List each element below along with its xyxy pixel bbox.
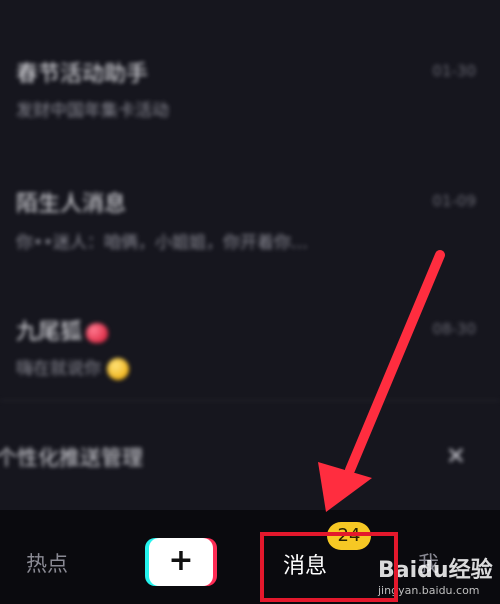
banner-text: 个性化推送管理: [0, 446, 143, 470]
push-management-banner[interactable]: 个性化推送管理 ✕: [0, 430, 500, 486]
messages-badge: 24: [327, 522, 371, 550]
plus-icon: +: [149, 538, 213, 586]
watermark-text: Baidu经验: [378, 558, 493, 583]
message-title-text: 九尾狐: [16, 320, 83, 345]
create-button[interactable]: +: [145, 538, 217, 586]
baidu-watermark: Baidu经验 jingyan.baidu.com: [378, 552, 498, 597]
tab-hot[interactable]: 热点: [26, 548, 68, 578]
message-preview-text: 嗨在就说你: [16, 359, 101, 379]
message-time: 08-30: [432, 320, 476, 338]
divider: [0, 400, 500, 401]
message-preview: 发财中国年集卡活动: [16, 101, 169, 121]
smiley-icon: [107, 358, 129, 380]
message-title: 陌生人消息: [16, 192, 127, 217]
message-title: 春节活动助手: [16, 62, 149, 87]
message-preview: 嗨在就说你: [16, 354, 129, 380]
message-list: 春节活动助手 发财中国年集卡活动 01-30 陌生人消息 你••迷人：咱俩，小姐…: [0, 0, 500, 510]
watermark-url: jingyan.baidu.com: [378, 584, 480, 597]
tab-messages[interactable]: 消息: [283, 548, 327, 580]
message-time: 01-30: [432, 62, 476, 80]
message-preview: 你••迷人：咱俩，小姐姐，你开着你…: [16, 233, 309, 253]
message-title: 九尾狐: [16, 314, 109, 346]
heart-icon: [86, 323, 109, 343]
close-icon[interactable]: ✕: [446, 442, 466, 470]
message-time: 01-09: [432, 192, 476, 210]
